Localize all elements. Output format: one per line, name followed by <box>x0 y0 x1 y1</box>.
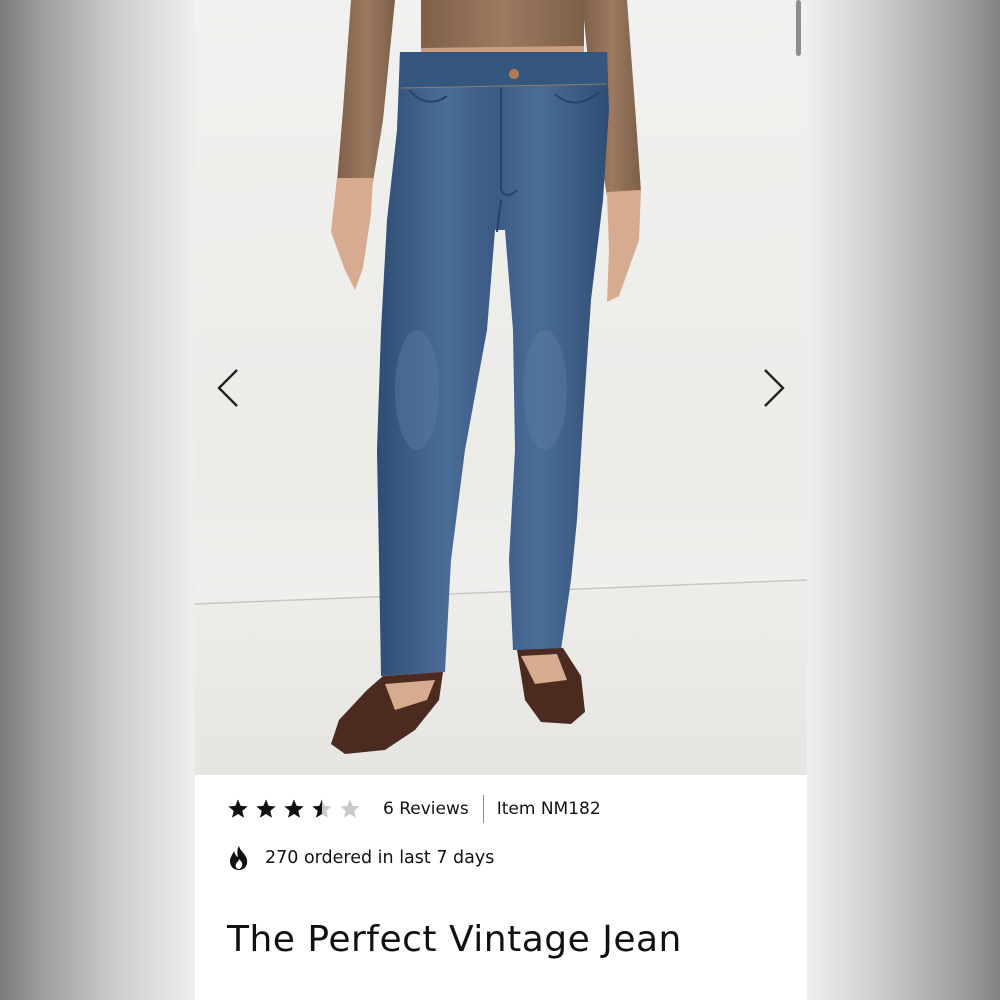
star-filled-icon <box>256 799 276 818</box>
product-photo <box>195 0 807 775</box>
flame-icon <box>230 846 248 870</box>
reviews-link[interactable]: 6 Reviews <box>383 799 469 819</box>
gallery-next-button[interactable] <box>752 366 796 410</box>
product-image-gallery[interactable] <box>195 0 807 775</box>
product-title: The Perfect Vintage Jean <box>227 919 682 960</box>
star-filled-icon <box>228 799 248 818</box>
star-empty-icon <box>340 799 360 818</box>
popularity-text: 270 ordered in last 7 days <box>265 848 495 868</box>
scrollbar-thumb[interactable] <box>796 0 801 56</box>
chevron-left-icon <box>217 369 238 407</box>
popularity-row: 270 ordered in last 7 days <box>227 842 494 874</box>
item-number: Item NM182 <box>496 799 601 819</box>
product-card: 6 Reviews Item NM182 270 ordered in last… <box>195 0 807 1000</box>
star-rating[interactable] <box>227 798 361 820</box>
gallery-prev-button[interactable] <box>206 366 250 410</box>
rating-row: 6 Reviews Item NM182 <box>227 793 601 825</box>
star-half-icon <box>312 799 332 818</box>
chevron-right-icon <box>764 369 785 407</box>
star-filled-icon <box>284 799 304 818</box>
divider <box>482 795 484 823</box>
